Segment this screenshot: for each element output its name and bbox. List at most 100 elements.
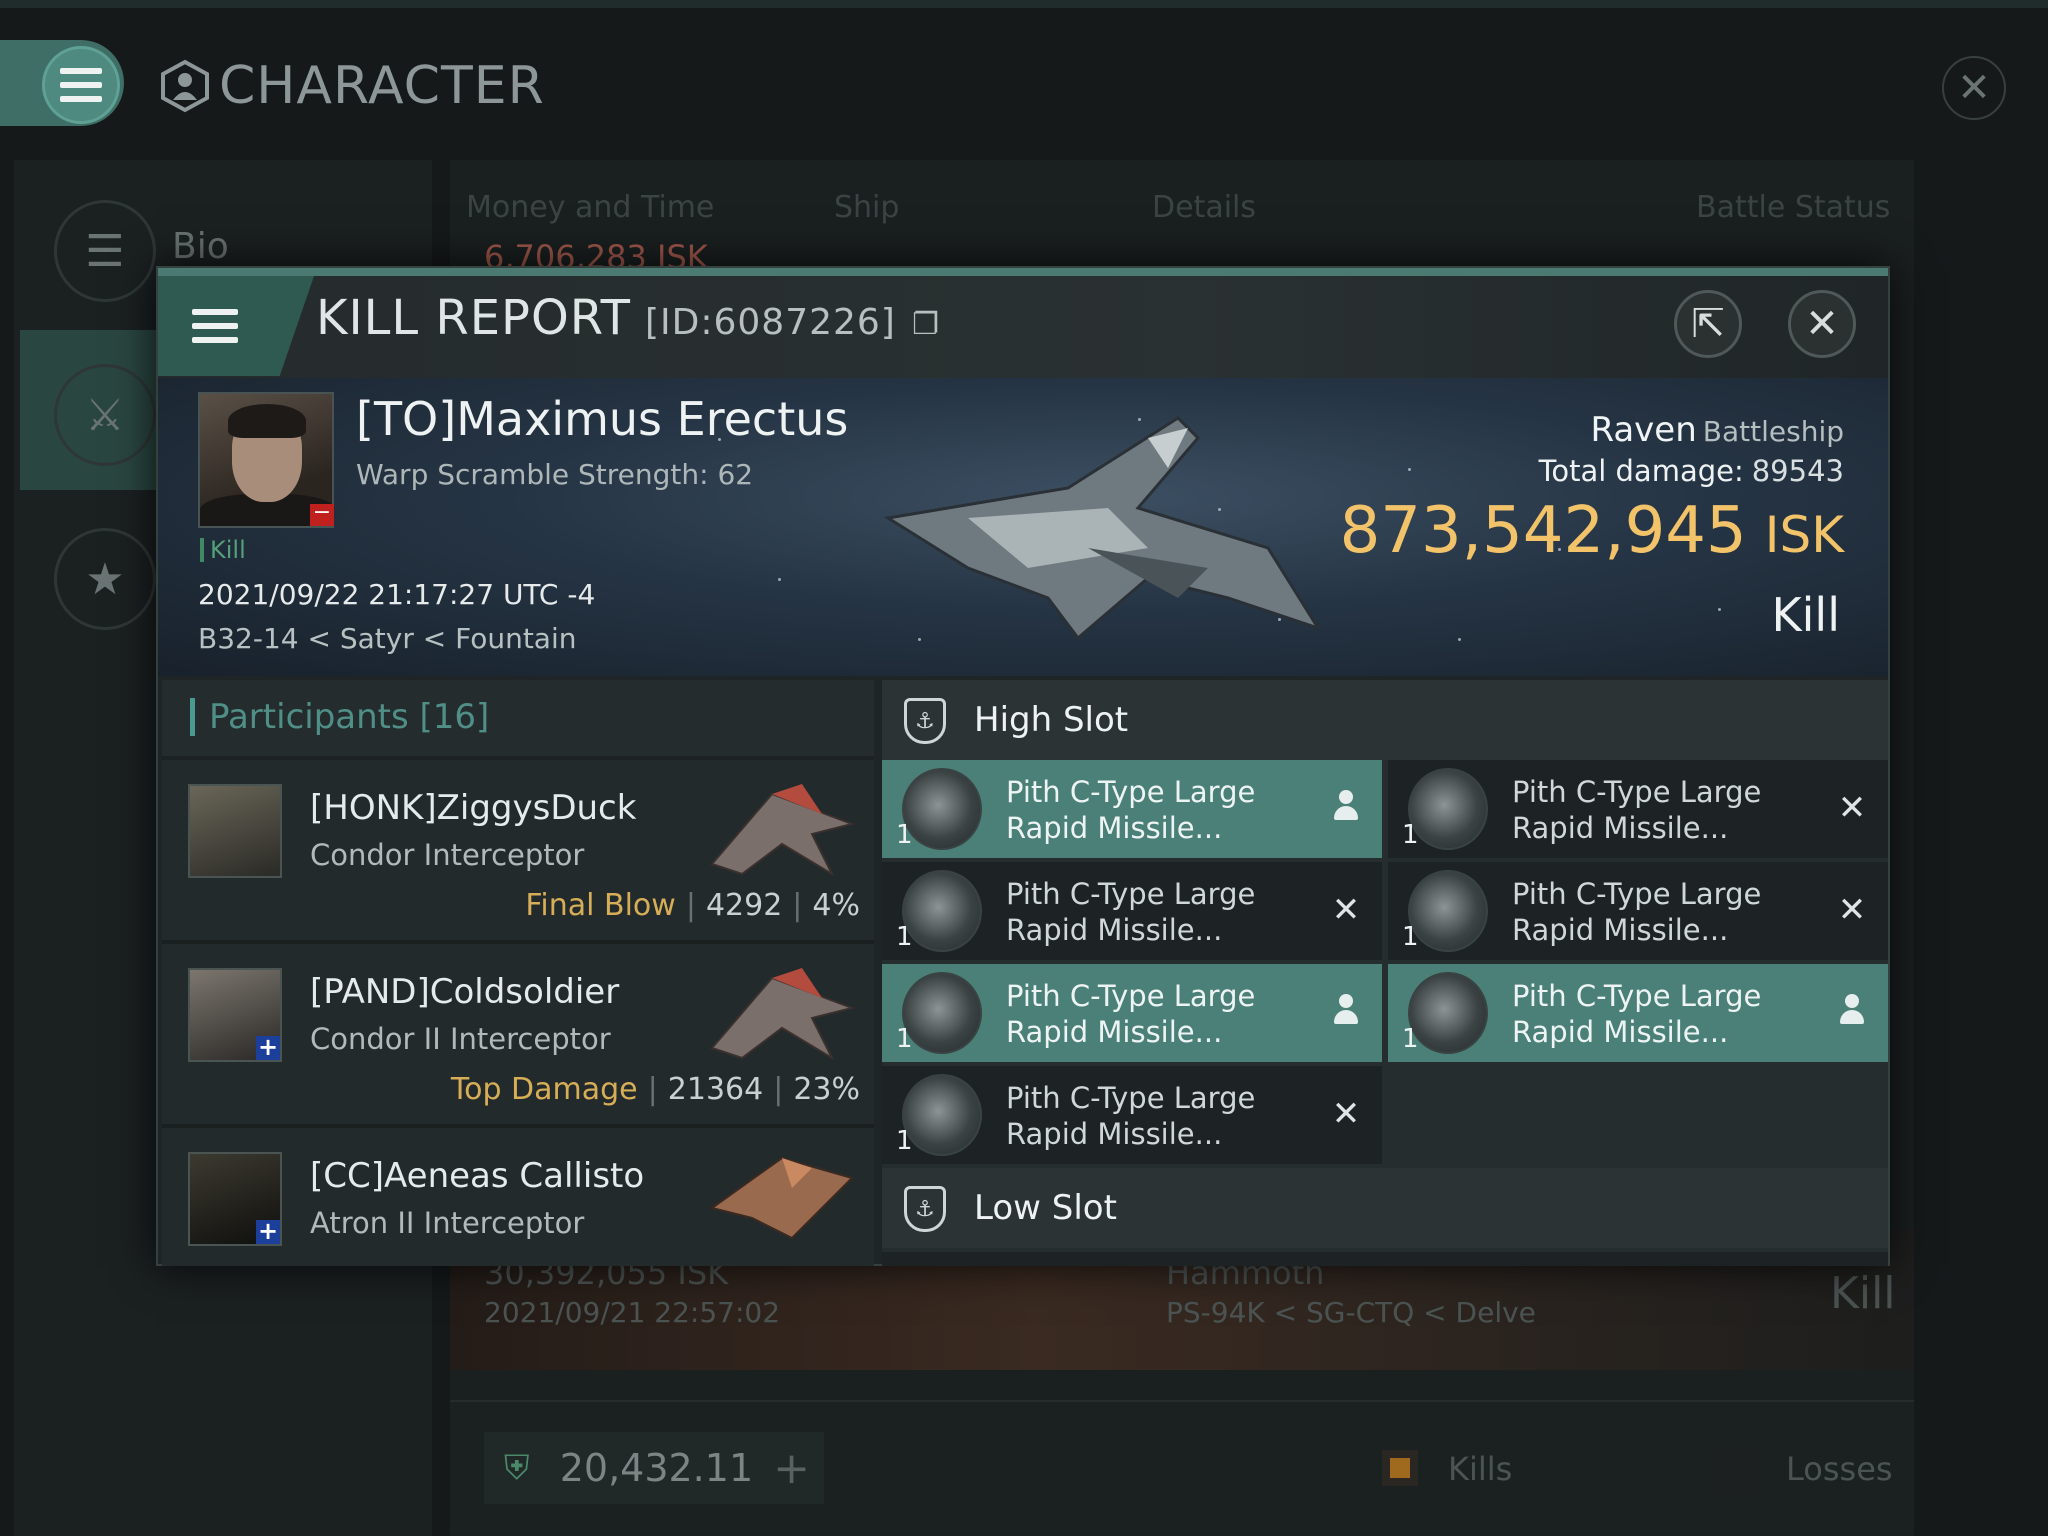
module-quantity: 1 [1402,922,1419,952]
isk-unit: ISK [1764,506,1844,564]
victim-name[interactable]: [TO]Maximus Erectus [356,392,848,446]
module-quantity: 1 [1402,820,1419,850]
module-name: Pith C-Type Large Rapid Missile... [1006,774,1306,846]
victim-subtitle: Warp Scramble Strength: 62 [356,458,754,491]
list-row-date: 2021/09/21 22:57:02 [484,1296,781,1329]
victim-banner: − [TO]Maximus Erectus Warp Scramble Stre… [158,378,1888,676]
module-quantity: 1 [896,922,913,952]
module-item[interactable]: 1 Pith C-Type Large Rapid Missile... ✕ [1388,862,1888,960]
losses-legend-swatch [1716,1446,1764,1494]
kill-location[interactable]: B32-14 < Satyr < Fountain [198,622,576,655]
copy-icon[interactable]: ❐ [912,307,940,342]
low-slot-row-peek [882,1252,1888,1266]
hamburger-icon [60,68,102,102]
module-item[interactable]: 1 Pith C-Type Large Rapid Missile... [1388,964,1888,1062]
swords-icon: ⚔ [54,364,156,466]
victim-ship[interactable]: Raven Battleship [1590,410,1844,450]
column-header-ship[interactable]: Ship [834,190,899,225]
module-name: Pith C-Type Large Rapid Missile... [1512,774,1812,846]
person-icon [1838,994,1866,1028]
top-damage-tag: Top Damage [450,1072,638,1107]
participant-row[interactable]: [HONK]ZiggysDuck Condor Interceptor Fina… [162,760,874,944]
participant-row[interactable]: + [CC]Aeneas Callisto Atron II Intercept… [162,1128,874,1266]
wallet-widget: ⛨ 20,432.11 + [484,1432,824,1504]
module-item[interactable]: 1 Pith C-Type Large Rapid Missile... ✕ [882,862,1382,960]
wallet-value: 20,432.11 [559,1446,754,1490]
module-name-line1: Pith C-Type Large [1512,979,1762,1013]
participant-name: [PAND]Coldsoldier [310,972,620,1012]
top-stripe [0,0,2048,8]
module-name-line1: Pith C-Type Large [1006,775,1256,809]
module-name: Pith C-Type Large Rapid Missile... [1006,978,1306,1050]
participants-title: Participants [16] [190,698,489,736]
module-quantity: 1 [896,1024,913,1054]
x-icon: ✕ [1331,890,1361,930]
person-icon [1332,994,1360,1028]
main-menu-button[interactable] [42,46,120,124]
sidebar-item-label: Bio [172,226,229,267]
low-slot-icon: ⚓ [904,1186,946,1232]
participant-name: [HONK]ZiggysDuck [310,788,637,828]
victim-ship-image[interactable] [848,398,1368,668]
participant-damage: 4292 [705,888,783,923]
participant-percent: 23% [793,1072,860,1107]
dialog-close-button[interactable]: ✕ [1788,290,1856,358]
module-quantity: 1 [896,820,913,850]
module-item[interactable]: 1 Pith C-Type Large Rapid Missile... [882,964,1382,1062]
module-icon [1408,972,1488,1054]
participant-ship: Condor II Interceptor [310,1022,611,1056]
low-slot-header: ⚓ Low Slot [882,1168,1888,1248]
module-name-line1: Pith C-Type Large [1512,775,1762,809]
losses-legend-label: Losses [1786,1450,1893,1488]
victim-ship-class: Battleship [1702,415,1844,448]
module-icon [902,870,982,952]
module-item[interactable]: 1 Pith C-Type Large Rapid Missile... ✕ [1388,760,1888,858]
add-funds-button[interactable]: + [773,1443,810,1494]
hostile-badge-icon: − [310,502,334,526]
x-icon: ✕ [1837,890,1867,930]
window-title-text: CHARACTER [219,56,545,116]
participant-avatar: + [188,1152,282,1246]
list-row-location: PS-94K < SG-CTQ < Delve [1166,1296,1536,1329]
high-slot-label: High Slot [974,700,1129,740]
window-title: CHARACTER [157,56,545,116]
module-name-line2: Rapid Missile... [1006,811,1223,845]
participant-ship: Condor Interceptor [310,838,585,872]
module-icon [902,972,982,1054]
module-name-line2: Rapid Missile... [1512,811,1729,845]
participant-name: [CC]Aeneas Callisto [310,1156,645,1196]
column-header-money[interactable]: Money and Time [466,190,714,225]
module-item[interactable]: 1 Pith C-Type Large Rapid Missile... ✕ [882,1066,1382,1164]
column-header-details[interactable]: Details [1152,190,1256,225]
total-damage-value: 89543 [1751,454,1844,488]
participants-panel: Participants [16] [HONK]ZiggysDuck Condo… [162,680,874,1266]
participant-ship-image [710,968,856,1061]
total-damage-label: Total damage: [1538,454,1744,488]
kills-legend-label: Kills [1448,1450,1513,1488]
module-quantity: 1 [896,1126,913,1156]
participant-stats: Final Blow | 4292 | 4% [525,888,860,923]
module-item[interactable]: 1 Pith C-Type Large Rapid Missile... [882,760,1382,858]
column-header-status[interactable]: Battle Status [1696,190,1890,225]
module-icon [1408,870,1488,952]
module-icon [1408,768,1488,850]
participant-avatar: + [188,968,282,1062]
participant-percent: 4% [812,888,860,923]
window-close-button[interactable]: ✕ [1942,56,2006,120]
participant-ship-image [710,784,856,877]
module-quantity: 1 [1402,1024,1419,1054]
plex-icon: ⛨ [504,1448,530,1488]
participant-row[interactable]: + [PAND]Coldsoldier Condor II Intercepto… [162,944,874,1128]
dialog-accent-bar [158,268,1888,276]
dialog-title-text: KILL REPORT [316,290,631,346]
module-icon [902,1074,982,1156]
kills-legend-swatch [1382,1450,1418,1486]
final-blow-tag: Final Blow [525,888,676,923]
participant-ship-image [709,1156,854,1240]
participant-damage: 21364 [667,1072,764,1107]
menu-icon: ☰ [54,200,156,302]
module-icon [902,768,982,850]
module-name: Pith C-Type Large Rapid Missile... [1006,1080,1306,1152]
hamburger-icon [192,309,238,343]
share-button[interactable]: ⇱ [1674,290,1742,358]
